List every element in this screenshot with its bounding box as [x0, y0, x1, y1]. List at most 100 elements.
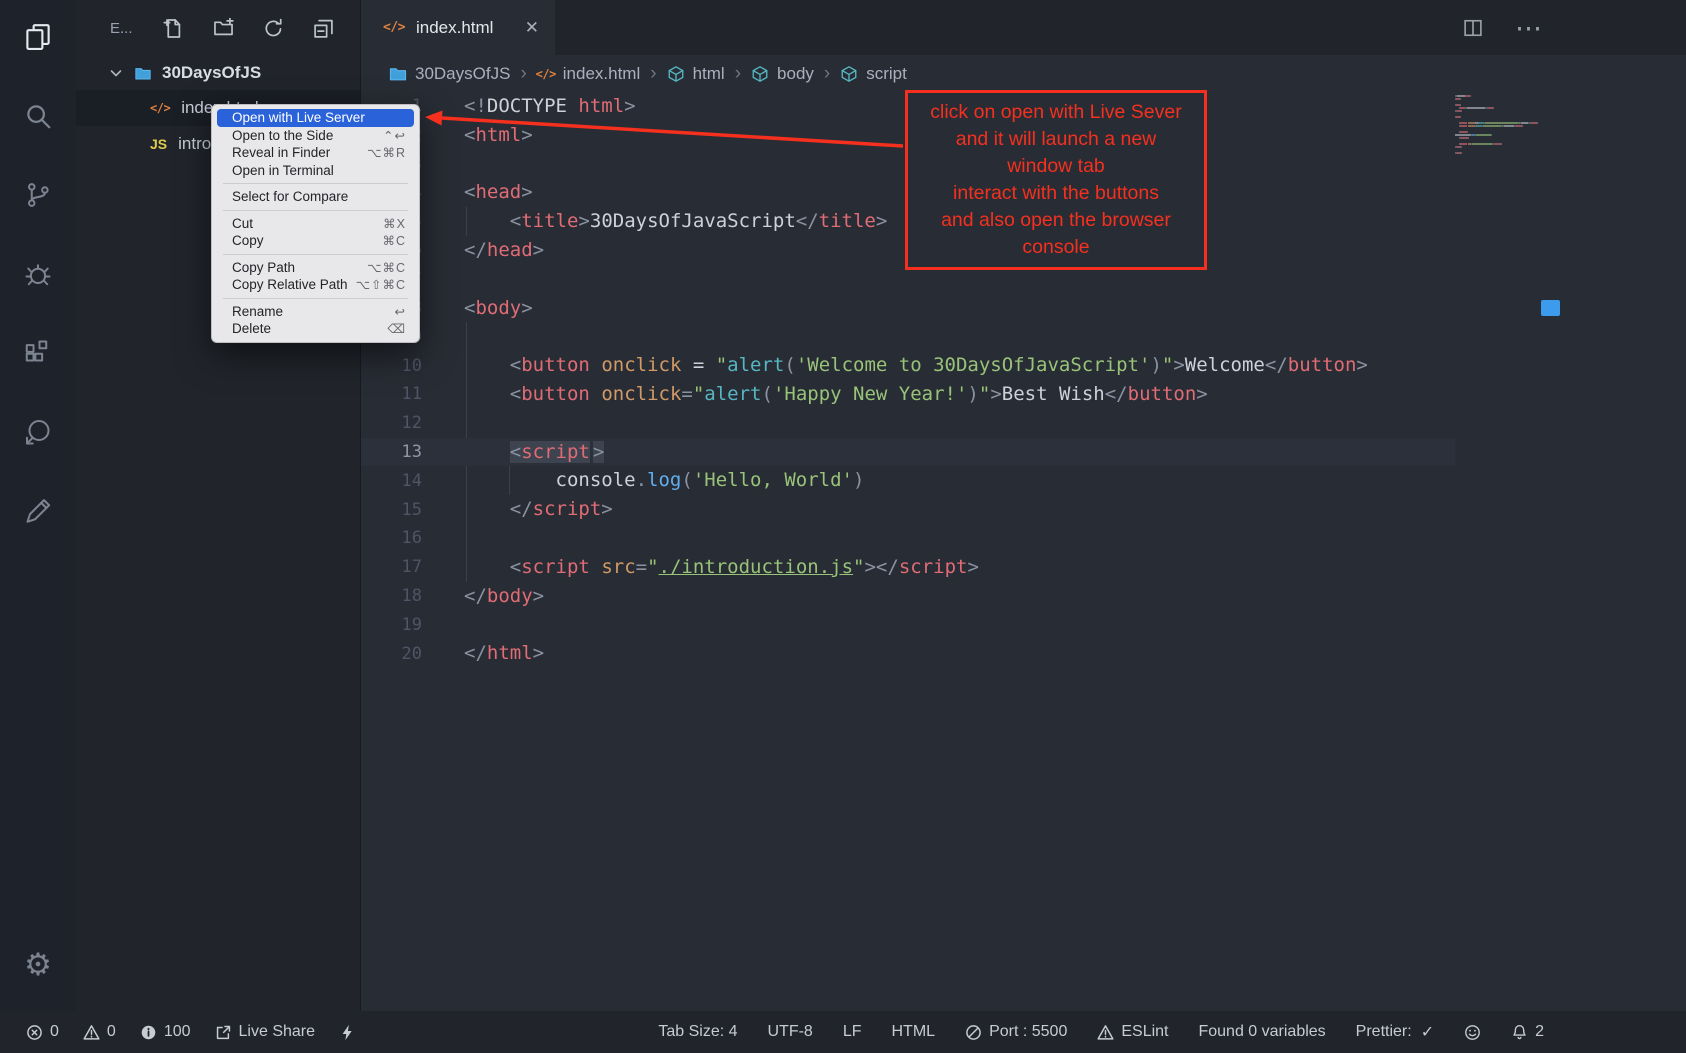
- activity-item-feedback[interactable]: [15, 488, 61, 534]
- minimap-line: [1455, 119, 1545, 121]
- minimap-line: [1455, 146, 1545, 148]
- status-encoding[interactable]: UTF-8: [768, 1023, 813, 1041]
- breadcrumb-separator: ›: [735, 63, 741, 85]
- status-live-share[interactable]: Live Share: [215, 1023, 316, 1041]
- breadcrumb-label: html: [693, 64, 725, 84]
- menu-shortcut: ⌃↩: [383, 128, 406, 143]
- menu-item-open-in-terminal[interactable]: Open in Terminal: [217, 162, 414, 180]
- html-file-icon: </>: [383, 20, 405, 35]
- overview-ruler-cursor-marker: [1541, 300, 1560, 316]
- sidebar-title: E...: [110, 20, 133, 37]
- status-language-mode[interactable]: HTML: [892, 1023, 936, 1041]
- status-variables-found[interactable]: Found 0 variables: [1198, 1023, 1325, 1041]
- collapse-all-icon[interactable]: [313, 18, 334, 39]
- menu-item-label: Cut: [232, 216, 253, 231]
- code-line-12[interactable]: 12: [361, 409, 1455, 438]
- status-notifications[interactable]: 2: [1511, 1023, 1544, 1041]
- status-warnings[interactable]: 0: [83, 1023, 116, 1041]
- symbol-cube-icon: [667, 65, 685, 83]
- check-icon: ✓: [1421, 1022, 1434, 1042]
- minimap[interactable]: [1455, 95, 1545, 154]
- code-text: </script>: [464, 495, 613, 524]
- menu-shortcut: ⌫: [387, 321, 406, 336]
- status-left: 0 0 100 Live Share: [26, 1023, 356, 1041]
- folder-icon: [389, 65, 407, 83]
- menu-item-delete[interactable]: Delete⌫: [217, 320, 414, 338]
- code-line-10[interactable]: 10 <button onclick = "alert('Welcome to …: [361, 351, 1455, 380]
- menu-item-copy-path[interactable]: Copy Path⌥⌘C: [217, 259, 414, 277]
- split-editor-icon[interactable]: [1463, 18, 1483, 38]
- status-errors[interactable]: 0: [26, 1023, 59, 1041]
- status-text: 0: [50, 1023, 59, 1041]
- menu-shortcut: ⌘C: [382, 233, 406, 248]
- menu-item-open-to-the-side[interactable]: Open to the Side⌃↩: [217, 127, 414, 145]
- code-line-16[interactable]: 16: [361, 524, 1455, 553]
- source-control-icon: [23, 180, 53, 210]
- minimap-line: [1455, 122, 1545, 124]
- menu-item-copy[interactable]: Copy⌘C: [217, 232, 414, 250]
- minimap-line: [1455, 131, 1545, 133]
- status-live-server-port[interactable]: Port : 5500: [965, 1023, 1067, 1041]
- code-line-8[interactable]: 8<body>: [361, 294, 1455, 323]
- code-line-20[interactable]: 20</html>: [361, 639, 1455, 668]
- refresh-icon[interactable]: [263, 18, 284, 39]
- activity-item-settings[interactable]: ⚙: [15, 941, 61, 987]
- new-folder-icon[interactable]: [213, 18, 234, 39]
- code-text: <button onclick="alert('Happy New Year!'…: [464, 380, 1208, 409]
- status-eslint[interactable]: ESLint: [1097, 1023, 1168, 1041]
- menu-separator: [223, 298, 408, 299]
- code-line-17[interactable]: 17 <script src="./introduction.js"></scr…: [361, 553, 1455, 582]
- menu-item-select-for-compare[interactable]: Select for Compare: [217, 188, 414, 206]
- tab-index-html[interactable]: </> index.html ✕: [361, 0, 555, 55]
- sidebar-actions: [163, 18, 334, 39]
- annotation-line: window tab: [912, 153, 1200, 180]
- gear-icon: ⚙: [23, 949, 53, 979]
- status-tab-size[interactable]: Tab Size: 4: [658, 1023, 737, 1041]
- activity-item-explorer[interactable]: [15, 14, 61, 60]
- activity-item-run-debug[interactable]: [15, 251, 61, 297]
- close-icon[interactable]: ✕: [525, 18, 539, 38]
- breadcrumb-item-script[interactable]: script: [840, 64, 907, 84]
- status-prettier[interactable]: Prettier:✓: [1356, 1022, 1434, 1042]
- status-thunder-client[interactable]: [339, 1024, 356, 1041]
- breadcrumb-item-30DaysOfJS[interactable]: 30DaysOfJS: [389, 64, 510, 84]
- breadcrumb-item-index.html[interactable]: </>index.html: [537, 64, 640, 84]
- status-eol[interactable]: LF: [843, 1023, 862, 1041]
- menu-item-cut[interactable]: Cut⌘X: [217, 215, 414, 233]
- activity-item-source-control[interactable]: [15, 172, 61, 218]
- breadcrumb-item-html[interactable]: html: [667, 64, 725, 84]
- minimap-line: [1455, 116, 1545, 118]
- menu-item-open-with-live-server[interactable]: Open with Live Server: [217, 109, 414, 127]
- code-line-14[interactable]: 14 console.log('Hello, World'): [361, 466, 1455, 495]
- menu-item-label: Select for Compare: [232, 189, 348, 204]
- pen-icon: [23, 496, 53, 526]
- minimap-line: [1455, 152, 1545, 154]
- code-line-11[interactable]: 11 <button onclick="alert('Happy New Yea…: [361, 380, 1455, 409]
- activity-item-live-share[interactable]: [15, 409, 61, 455]
- status-text: Live Share: [239, 1023, 316, 1041]
- tree-folder-30DaysOfJS[interactable]: 30DaysOfJS: [76, 56, 360, 90]
- code-text: <!DOCTYPE html>: [464, 92, 636, 121]
- annotation-line: and it will launch a new: [912, 126, 1200, 153]
- code-line-18[interactable]: 18</body>: [361, 582, 1455, 611]
- status-feedback-smiley[interactable]: [1464, 1024, 1481, 1041]
- symbol-cube-icon: [751, 65, 769, 83]
- tab-actions: ⋯: [1463, 0, 1686, 55]
- activity-item-search[interactable]: [15, 93, 61, 139]
- menu-item-rename[interactable]: Rename↩: [217, 303, 414, 321]
- minimap-line: [1455, 98, 1545, 100]
- breadcrumb-item-body[interactable]: body: [751, 64, 814, 84]
- new-file-icon[interactable]: [163, 18, 184, 39]
- code-line-13[interactable]: 13 <script>: [361, 438, 1455, 467]
- minimap-line: [1455, 143, 1545, 145]
- code-line-19[interactable]: 19: [361, 610, 1455, 639]
- status-info-metric[interactable]: 100: [140, 1023, 191, 1041]
- menu-item-copy-relative-path[interactable]: Copy Relative Path⌥⇧⌘C: [217, 276, 414, 294]
- code-line-9[interactable]: 9: [361, 322, 1455, 351]
- menu-item-reveal-in-finder[interactable]: Reveal in Finder⌥⌘R: [217, 144, 414, 162]
- code-line-15[interactable]: 15 </script>: [361, 495, 1455, 524]
- annotation-box: click on open with Live Severand it will…: [905, 90, 1207, 270]
- status-text: 100: [164, 1023, 191, 1041]
- activity-item-extensions[interactable]: [15, 330, 61, 376]
- bell-icon: [1511, 1024, 1528, 1041]
